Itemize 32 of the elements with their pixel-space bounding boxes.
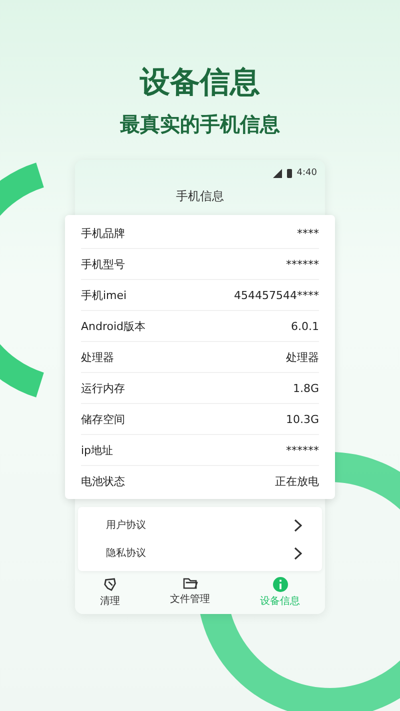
info-value: 10.3G <box>286 412 319 426</box>
info-value: **** <box>297 226 319 240</box>
info-value: 1.8G <box>292 382 319 394</box>
info-label: 储存空间 <box>81 412 125 426</box>
info-label: 电池状态 <box>81 474 125 488</box>
screen-title: 手机信息 <box>175 188 225 205</box>
info-icon <box>272 577 288 592</box>
status-time: 4:40 <box>296 168 317 178</box>
info-value: ****** <box>286 258 319 270</box>
info-label: 手机型号 <box>81 256 125 272</box>
info-label: 手机品牌 <box>81 226 125 240</box>
link-label[interactable]: 隐私协议 <box>106 546 146 560</box>
chevron-icon <box>294 546 302 560</box>
tab[interactable]: 清理 <box>100 577 120 608</box>
info-label: Android版本 <box>81 318 146 334</box>
tab[interactable]: 文件管理 <box>170 577 210 608</box>
info-label: 手机imei <box>81 288 127 302</box>
info-label: 运行内存 <box>81 380 125 396</box>
chevron-icon <box>294 518 302 532</box>
info-label: ip地址 <box>81 442 114 458</box>
folder-icon <box>182 577 198 590</box>
info-value: 6.0.1 <box>291 320 319 332</box>
link-label[interactable]: 用户协议 <box>106 518 146 532</box>
info-value: 处理器 <box>286 350 319 364</box>
info-value: 正在放电 <box>275 474 319 488</box>
info-value: 454457544**** <box>234 288 319 302</box>
info-label: 处理器 <box>81 350 114 364</box>
battery-icon <box>286 168 292 178</box>
page-subtitle: 最真实的手机信息 <box>119 111 281 138</box>
info-value: ****** <box>286 444 319 456</box>
page-title: 设备信息 <box>138 64 261 102</box>
signal-icon <box>272 168 282 178</box>
